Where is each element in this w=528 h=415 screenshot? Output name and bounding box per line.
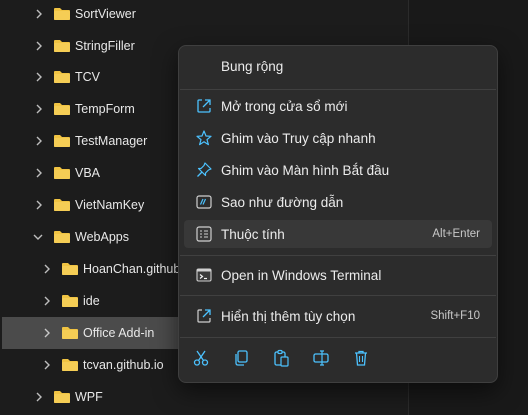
menu-item-label: Bung rộng xyxy=(221,58,284,74)
shortcut-label: Shift+F10 xyxy=(430,310,480,322)
folder-icon xyxy=(54,40,70,52)
chevron-right-icon[interactable] xyxy=(42,360,52,370)
rename-icon[interactable] xyxy=(312,349,330,367)
chevron-right-icon[interactable] xyxy=(42,296,52,306)
folder-icon xyxy=(54,8,70,20)
tree-item-label: SortViewer xyxy=(75,7,136,21)
paste-icon[interactable] xyxy=(272,349,290,367)
tree-item-label: VietNamKey xyxy=(75,198,145,212)
folder-icon xyxy=(62,263,78,275)
menu-item-show-more[interactable]: Hiển thị thêm tùy chọn Shift+F10 xyxy=(184,302,492,330)
cut-icon[interactable] xyxy=(192,349,210,367)
menu-item-label: Thuộc tính xyxy=(221,226,285,242)
folder-icon xyxy=(62,359,78,371)
menu-item-properties[interactable]: Thuộc tính Alt+Enter xyxy=(184,220,492,248)
menu-separator xyxy=(180,295,496,296)
menu-item-open-terminal[interactable]: Open in Windows Terminal xyxy=(184,261,492,289)
tree-item-label: ide xyxy=(83,294,100,308)
folder-icon xyxy=(54,231,70,243)
menu-separator xyxy=(180,89,496,90)
shortcut-label: Alt+Enter xyxy=(432,228,480,240)
menu-item-expand[interactable]: Bung rộng xyxy=(184,52,492,80)
chevron-down-icon[interactable] xyxy=(33,232,43,242)
tree-item-label: tcvan.github.io xyxy=(83,358,164,372)
tree-item-label: WebApps xyxy=(75,230,129,244)
menu-item-label: Open in Windows Terminal xyxy=(221,267,382,283)
terminal-icon xyxy=(196,268,212,282)
menu-item-label: Ghim vào Truy cập nhanh xyxy=(221,130,376,146)
chevron-right-icon[interactable] xyxy=(34,168,44,178)
menu-item-label: Sao như đường dẫn xyxy=(221,194,344,210)
tree-item-sortviewer[interactable]: SortViewer xyxy=(0,0,400,30)
folder-icon xyxy=(54,199,70,211)
tree-item-label: TestManager xyxy=(75,134,148,148)
menu-item-open-new-window[interactable]: Mở trong cửa sổ mới xyxy=(184,92,492,120)
menu-separator xyxy=(180,337,496,338)
menu-item-copy-as-path[interactable]: Sao như đường dẫn xyxy=(184,188,492,216)
star-icon xyxy=(196,130,212,146)
properties-icon xyxy=(196,226,212,242)
tree-item-label: WPF xyxy=(75,390,103,404)
menu-separator xyxy=(180,255,496,256)
chevron-right-icon[interactable] xyxy=(34,200,44,210)
menu-item-pin-quick-access[interactable]: Ghim vào Truy cập nhanh xyxy=(184,124,492,152)
menu-item-label: Ghim vào Màn hình Bắt đầu xyxy=(221,162,390,178)
tree-item-label: VBA xyxy=(75,166,101,180)
folder-icon xyxy=(54,167,70,179)
tree-item-label: TempForm xyxy=(75,102,135,116)
chevron-right-icon[interactable] xyxy=(34,104,44,114)
folder-icon xyxy=(54,135,70,147)
show-more-options-icon xyxy=(197,309,211,323)
menu-item-label: Mở trong cửa sổ mới xyxy=(221,98,348,114)
tree-item-label: StringFiller xyxy=(75,39,135,53)
chevron-right-icon[interactable] xyxy=(34,9,44,19)
copy-path-icon xyxy=(196,195,212,209)
chevron-right-icon[interactable] xyxy=(42,328,52,338)
chevron-right-icon[interactable] xyxy=(34,72,44,82)
folder-icon xyxy=(62,327,78,339)
folder-icon xyxy=(62,295,78,307)
pin-icon xyxy=(197,162,212,177)
chevron-right-icon[interactable] xyxy=(34,136,44,146)
copy-icon[interactable] xyxy=(232,349,250,367)
folder-icon xyxy=(54,71,70,83)
menu-item-pin-start[interactable]: Ghim vào Màn hình Bắt đầu xyxy=(184,156,492,184)
tree-item-label: Office Add-in xyxy=(83,326,155,340)
chevron-right-icon[interactable] xyxy=(34,392,44,402)
chevron-right-icon[interactable] xyxy=(34,41,44,51)
folder-icon xyxy=(54,103,70,115)
open-new-window-icon xyxy=(197,99,211,113)
context-menu: Bung rộng Mở trong cửa sổ mới Ghim vào T… xyxy=(178,45,498,383)
delete-icon[interactable] xyxy=(352,349,370,367)
menu-item-label: Hiển thị thêm tùy chọn xyxy=(221,308,356,324)
chevron-right-icon[interactable] xyxy=(42,264,52,274)
tree-item-label: TCV xyxy=(75,70,100,84)
tree-item-label: HoanChan.github.io xyxy=(83,262,194,276)
folder-icon xyxy=(54,391,70,403)
tree-item-wpf[interactable]: WPF xyxy=(0,381,400,413)
